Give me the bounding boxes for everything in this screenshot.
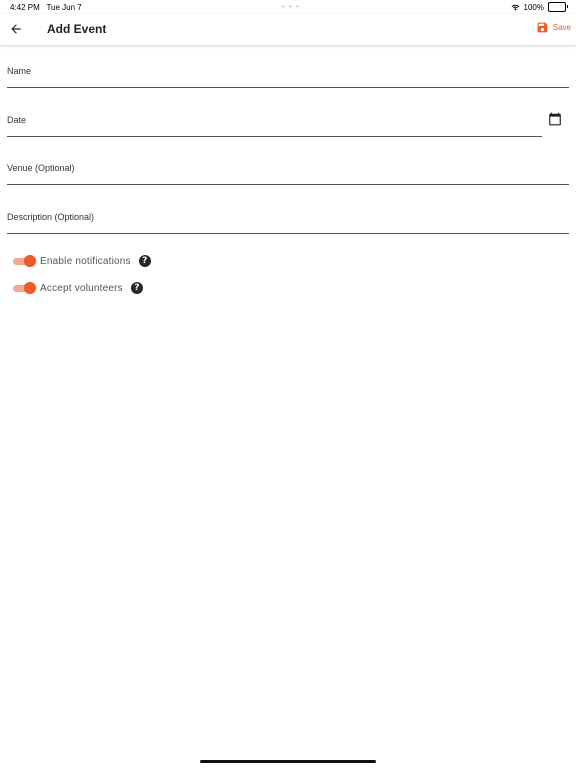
calendar-button[interactable] <box>548 112 562 126</box>
name-label: Name <box>7 66 32 76</box>
switch-thumb <box>24 282 36 294</box>
floppy-disk-icon <box>537 22 548 33</box>
status-time: 4:42 PM <box>10 3 40 12</box>
notifications-switch[interactable] <box>13 255 36 267</box>
back-button[interactable] <box>9 22 23 36</box>
wifi-icon <box>511 4 519 10</box>
notifications-toggle-row: Enable notifications ? <box>13 253 151 269</box>
volunteers-toggle-row: Accept volunteers ? <box>13 280 143 296</box>
volunteers-switch[interactable] <box>13 282 36 294</box>
status-date: Tue Jun 7 <box>46 3 82 12</box>
status-bar: 4:42 PM Tue Jun 7 • • • 100% <box>0 0 576 14</box>
multitasking-dots[interactable]: • • • <box>282 2 300 11</box>
app-bar: Add Event Save <box>0 14 576 45</box>
save-label: Save <box>552 23 571 32</box>
status-right: 100% <box>511 2 568 12</box>
page-title: Add Event <box>47 22 107 36</box>
date-field[interactable]: Date <box>7 111 542 137</box>
date-label: Date <box>7 115 27 125</box>
help-icon[interactable]: ? <box>138 255 151 267</box>
venue-field[interactable]: Venue (Optional) <box>7 159 569 185</box>
notifications-label: Enable notifications <box>40 255 131 267</box>
battery-percent: 100% <box>523 2 544 12</box>
status-time-date: 4:42 PM Tue Jun 7 <box>10 3 82 12</box>
calendar-icon <box>549 112 561 126</box>
venue-label: Venue (Optional) <box>7 163 75 173</box>
switch-thumb <box>24 255 36 267</box>
arrow-left-icon <box>11 24 21 34</box>
volunteers-label: Accept volunteers <box>40 282 123 294</box>
help-icon[interactable]: ? <box>130 282 143 294</box>
name-field[interactable]: Name <box>7 62 569 88</box>
battery-icon <box>548 2 568 12</box>
save-button[interactable]: Save <box>536 21 571 34</box>
home-indicator[interactable] <box>200 760 376 763</box>
description-field[interactable]: Description (Optional) <box>7 208 569 234</box>
description-label: Description (Optional) <box>7 212 95 222</box>
